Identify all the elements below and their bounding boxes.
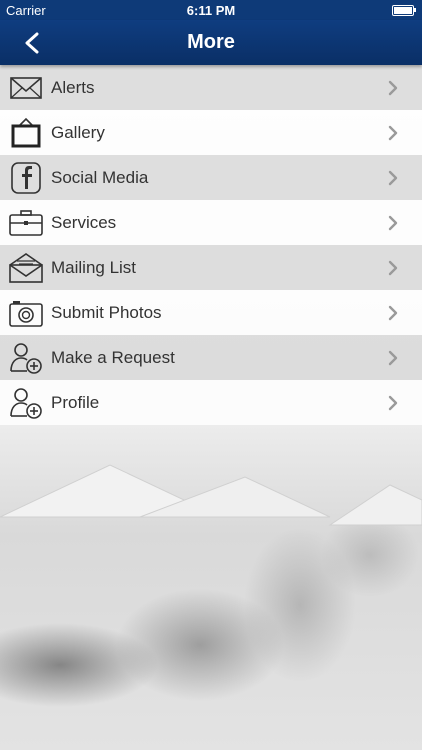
- menu-item-social-media[interactable]: Social Media: [0, 155, 422, 200]
- user-add-icon: [10, 343, 42, 374]
- menu-list: Alerts Gallery Social Media Services Mai…: [0, 65, 422, 425]
- menu-item-mailing-list[interactable]: Mailing List: [0, 245, 422, 290]
- menu-item-label: Submit Photos: [51, 303, 162, 322]
- briefcase-icon: [9, 210, 43, 236]
- chevron-right-icon: [388, 260, 398, 276]
- chevron-right-icon: [388, 125, 398, 141]
- chevron-right-icon: [388, 215, 398, 231]
- menu-item-label: Mailing List: [51, 258, 137, 277]
- menu-item-label: Alerts: [51, 78, 95, 97]
- menu-item-label: Social Media: [51, 168, 149, 187]
- menu-item-label: Gallery: [51, 123, 105, 142]
- tent-illustration: [0, 464, 422, 526]
- user-add-icon: [10, 388, 42, 419]
- menu-item-gallery[interactable]: Gallery: [0, 110, 422, 155]
- camera-icon: [9, 301, 43, 327]
- chevron-right-icon: [388, 395, 398, 411]
- status-bar: Carrier 6:11 PM: [0, 0, 422, 20]
- menu-item-label: Make a Request: [51, 348, 175, 367]
- menu-item-label: Profile: [51, 393, 100, 412]
- menu-item-services[interactable]: Services: [0, 200, 422, 245]
- page-title: More: [187, 31, 235, 53]
- chevron-right-icon: [388, 350, 398, 366]
- open-envelope-icon: [9, 253, 43, 283]
- picture-frame-icon: [11, 117, 41, 148]
- menu-item-submit-photos[interactable]: Submit Photos: [0, 290, 422, 335]
- facebook-icon: [11, 162, 41, 194]
- menu-item-profile[interactable]: Profile: [0, 380, 422, 425]
- chevron-right-icon: [388, 80, 398, 96]
- chevron-right-icon: [388, 170, 398, 186]
- envelope-icon: [10, 77, 42, 99]
- chevron-right-icon: [388, 305, 398, 321]
- battery-icon: [392, 5, 416, 16]
- menu-item-alerts[interactable]: Alerts: [0, 65, 422, 110]
- menu-item-label: Services: [51, 213, 117, 232]
- nav-bar: More: [0, 20, 422, 65]
- menu-item-make-a-request[interactable]: Make a Request: [0, 335, 422, 380]
- status-time: 6:11 PM: [186, 3, 236, 18]
